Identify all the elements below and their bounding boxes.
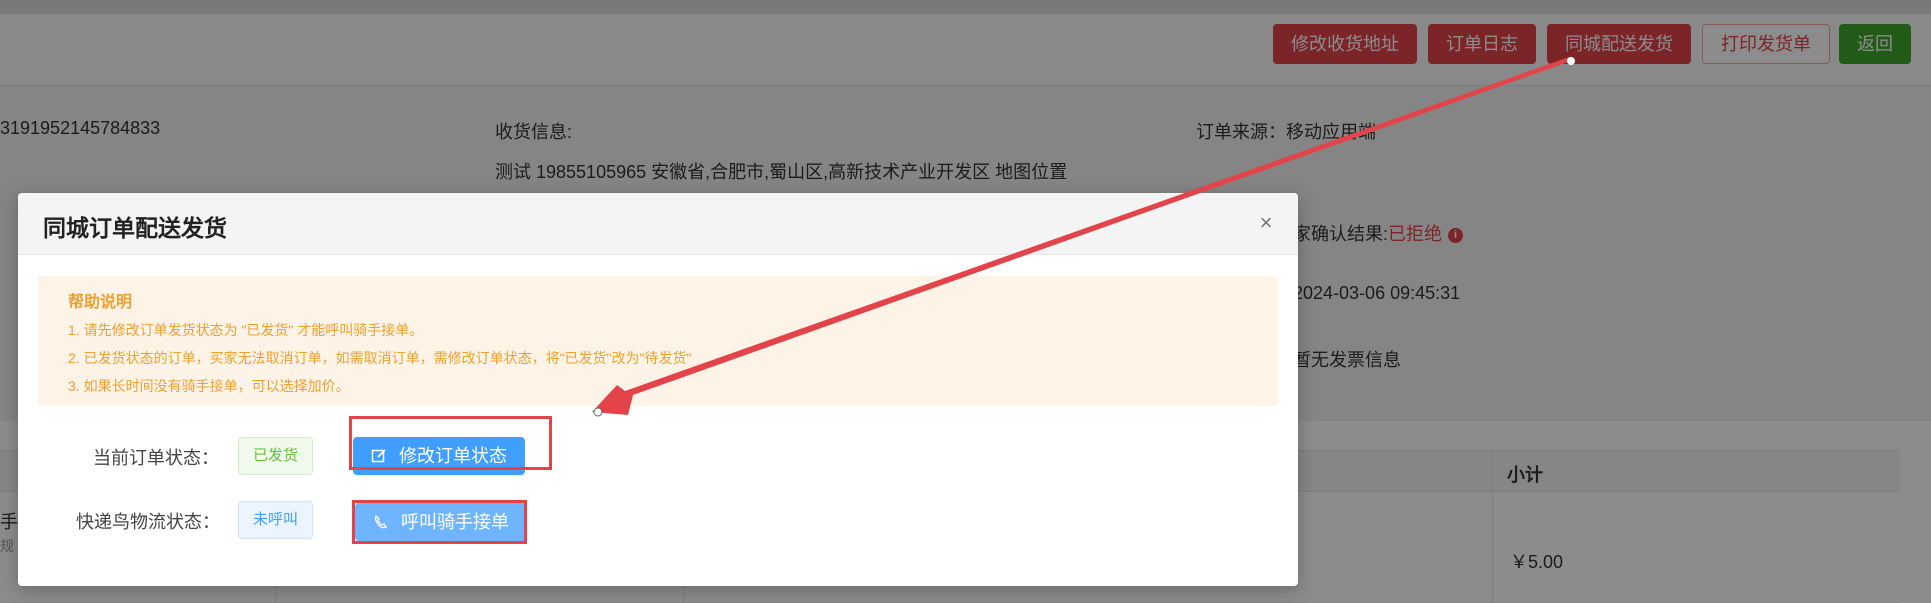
edit-status-highlight: [349, 416, 552, 470]
order-status-label: 当前订单状态：: [93, 448, 219, 468]
help-line-3: 3. 如果长时间没有骑手接单，可以选择加价。: [68, 378, 350, 394]
order-status-tag: 已发货: [238, 437, 314, 475]
help-title: 帮助说明: [68, 294, 133, 311]
call-rider-highlight: [352, 500, 527, 544]
help-line-2: 2. 已发货状态的订单，买家无法取消订单，如需取消订单，需修改订单状态，将"已发…: [68, 350, 692, 366]
logistics-status-tag: 未呼叫: [238, 501, 314, 539]
logistics-status-label: 快递鸟物流状态：: [76, 512, 220, 532]
help-notice: 帮助说明 1. 请先修改订单发货状态为 "已发货" 才能呼叫骑手接单。 2. 已…: [38, 276, 1278, 406]
dialog-title: 同城订单配送发货: [43, 215, 227, 241]
help-line-1: 1. 请先修改订单发货状态为 "已发货" 才能呼叫骑手接单。: [68, 322, 424, 338]
dialog-header: 同城订单配送发货 ×: [18, 193, 1298, 255]
city-delivery-dialog: 同城订单配送发货 × 帮助说明 1. 请先修改订单发货状态为 "已发货" 才能呼…: [18, 193, 1298, 586]
close-icon[interactable]: ×: [1252, 209, 1280, 237]
